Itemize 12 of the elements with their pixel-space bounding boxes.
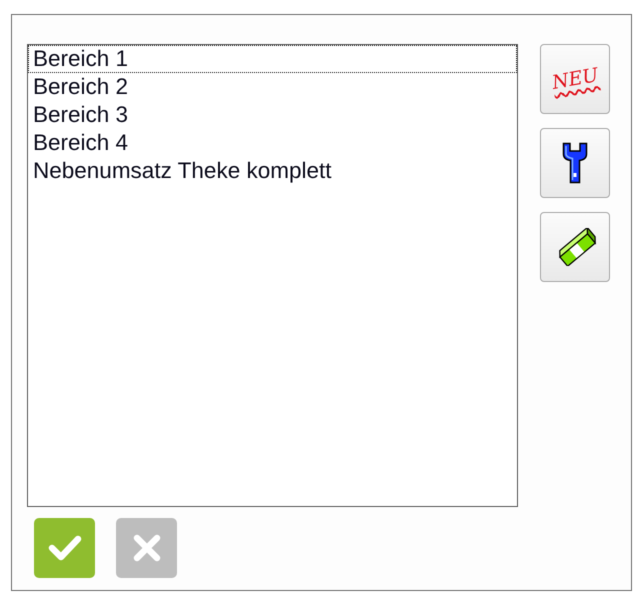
erase-button[interactable] — [540, 212, 610, 282]
list-item[interactable]: Bereich 2 — [28, 73, 517, 101]
close-icon — [132, 534, 160, 562]
list-item[interactable]: Bereich 4 — [28, 129, 517, 157]
wrench-icon — [562, 142, 588, 184]
list-item[interactable]: Bereich 1 — [28, 45, 517, 73]
edit-button[interactable] — [540, 128, 610, 198]
list-item[interactable]: Nebenumsatz Theke komplett — [28, 157, 517, 185]
new-button[interactable]: NEU — [540, 44, 610, 114]
list-item[interactable]: Bereich 3 — [28, 101, 517, 129]
list-box[interactable]: Bereich 1 Bereich 2 Bereich 3 Bereich 4 Nebenumsatz Theke komplett — [27, 44, 518, 507]
check-icon — [48, 535, 82, 561]
